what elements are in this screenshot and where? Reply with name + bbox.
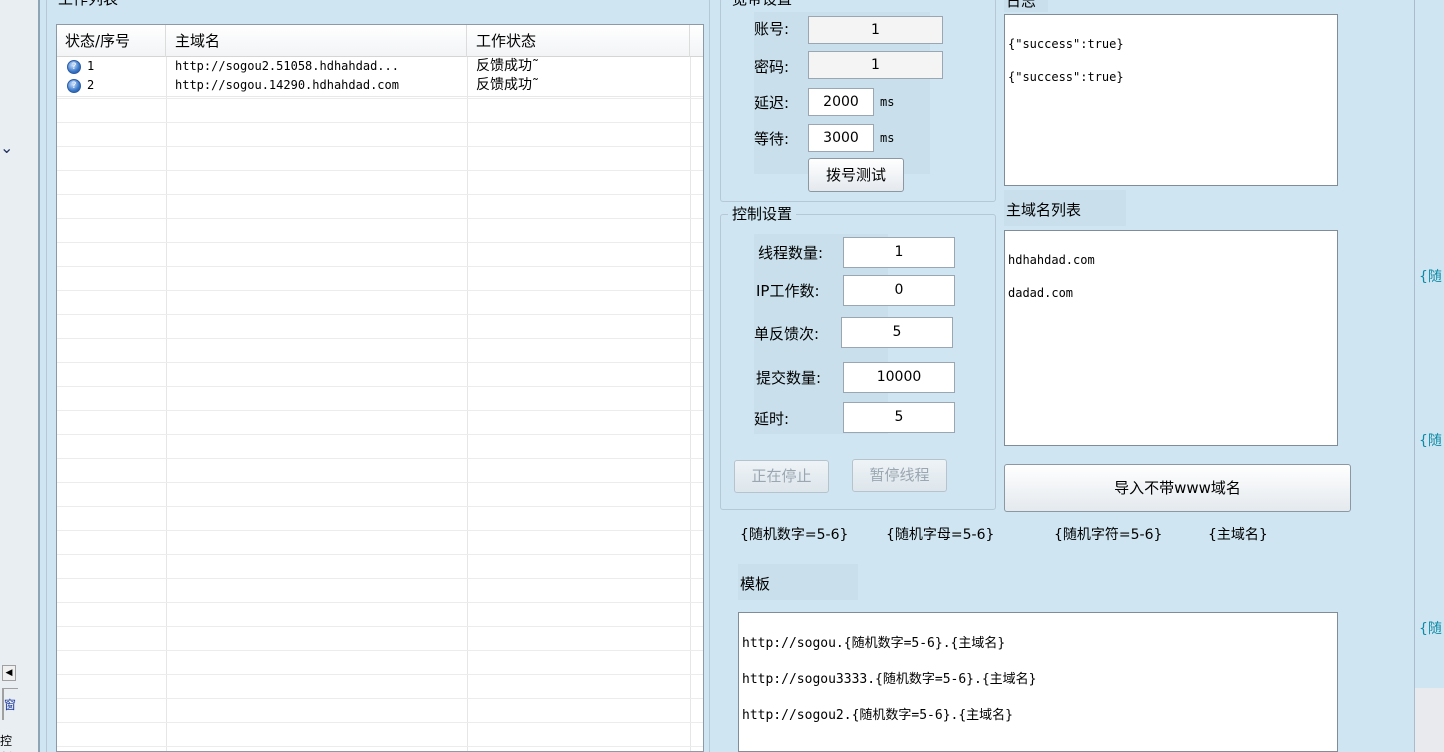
account-field[interactable]: 1 xyxy=(808,16,943,44)
work-list-title: 工作列表 xyxy=(54,0,123,9)
submit-count-field[interactable]: 10000 xyxy=(843,362,955,393)
row-separator xyxy=(57,746,703,747)
row-separator xyxy=(57,98,703,99)
log-title: 日志 xyxy=(1006,0,1037,10)
domain-line: hdhahdad.com xyxy=(1008,253,1095,267)
row-separator xyxy=(57,242,703,243)
template-title: 模板 xyxy=(740,575,771,593)
submit-count-label: 提交数量: xyxy=(756,369,822,387)
single-feedback-field[interactable]: 5 xyxy=(841,317,953,348)
chevron-icon: ⌄ xyxy=(0,138,14,157)
hint-random-letters: {随机字母=5-6} xyxy=(886,527,995,543)
delay-unit: ms xyxy=(880,95,895,109)
delay-label: 延迟: xyxy=(754,94,790,112)
row-separator xyxy=(57,314,703,315)
row-separator xyxy=(57,362,703,363)
table-header: 状态/序号 主域名 工作状态 xyxy=(57,25,703,57)
column-header-status-index[interactable]: 状态/序号 xyxy=(57,25,166,57)
hint-random-chars: {随机字符=5-6} xyxy=(1054,527,1163,543)
domain-list-title: 主域名列表 xyxy=(1006,201,1082,219)
log-line: {"success":true} xyxy=(1008,37,1124,51)
row-separator xyxy=(57,482,703,483)
work-list-table[interactable]: 状态/序号 主域名 工作状态 ? 1 http://sogou2.51058.hd… xyxy=(56,24,704,752)
pause-threads-button[interactable]: 暂停线程 xyxy=(852,459,947,492)
right-hint-3: {随 xyxy=(1419,621,1442,637)
row-separator xyxy=(57,506,703,507)
template-line: http://sogou.{随机数字=5-6}.{主域名} xyxy=(742,636,1006,651)
row-separator xyxy=(57,602,703,603)
log-textarea[interactable]: {"success":true} {"success":true} xyxy=(1004,14,1338,186)
row-separator xyxy=(57,434,703,435)
right-hint-2: {随 xyxy=(1419,433,1442,449)
delay-field[interactable]: 2000 xyxy=(808,88,874,116)
import-domains-button[interactable]: 导入不带www域名 xyxy=(1004,464,1351,512)
threads-label: 线程数量: xyxy=(758,244,824,262)
log-line: {"success":true} xyxy=(1008,70,1124,84)
row-separator xyxy=(57,122,703,123)
wait-field[interactable]: 3000 xyxy=(808,124,874,152)
column-header-work-status[interactable]: 工作状态 xyxy=(468,25,690,57)
ip-work-label: IP工作数: xyxy=(756,282,820,300)
domain-line: dadad.com xyxy=(1008,286,1074,300)
row-separator xyxy=(57,698,703,699)
row-separator xyxy=(57,410,703,411)
column-header-domain[interactable]: 主域名 xyxy=(167,25,467,57)
table-grid-lines xyxy=(57,57,703,751)
row-separator xyxy=(57,554,703,555)
row-separator xyxy=(57,578,703,579)
single-feedback-label: 单反馈次: xyxy=(754,325,820,343)
template-line: http://sogou3333.{随机数字=5-6}.{主域名} xyxy=(742,672,1037,687)
domain-list-textarea[interactable]: hdhahdad.com dadad.com xyxy=(1004,230,1338,446)
broadband-settings-title: 宽带设置 xyxy=(728,0,797,9)
dial-test-button[interactable]: 拨号测试 xyxy=(808,158,904,192)
row-separator xyxy=(57,290,703,291)
row-separator xyxy=(57,458,703,459)
left-tab-1[interactable]: 窗 xyxy=(2,688,18,720)
right-window-edge: {随 {随 {随 xyxy=(1414,0,1444,752)
row-separator xyxy=(57,650,703,651)
hint-random-digits: {随机数字=5-6} xyxy=(740,527,849,543)
template-textarea[interactable]: http://sogou.{随机数字=5-6}.{主域名} http://sog… xyxy=(738,612,1338,752)
row-separator xyxy=(57,626,703,627)
row-separator xyxy=(57,338,703,339)
ip-work-field[interactable]: 0 xyxy=(843,275,955,306)
control-delay-label: 延时: xyxy=(754,410,790,428)
row-separator xyxy=(57,674,703,675)
left-window-edge: ⌄ ◀ 窗 控制 xyxy=(0,0,40,752)
account-label: 账号: xyxy=(754,20,790,38)
left-tab-2[interactable]: 控制 xyxy=(0,732,20,752)
row-separator xyxy=(57,266,703,267)
wait-unit: ms xyxy=(880,131,895,145)
threads-field[interactable]: 1 xyxy=(843,237,955,268)
row-separator xyxy=(57,146,703,147)
row-separator xyxy=(57,530,703,531)
right-hint-1: {随 xyxy=(1419,269,1442,285)
password-label: 密码: xyxy=(754,58,790,76)
row-separator xyxy=(57,386,703,387)
wait-label: 等待: xyxy=(754,130,790,148)
stopping-button[interactable]: 正在停止 xyxy=(734,460,829,493)
password-field[interactable]: 1 xyxy=(808,51,943,79)
row-separator xyxy=(57,170,703,171)
hint-main-domain: {主域名} xyxy=(1208,527,1268,543)
scroll-left-button[interactable]: ◀ xyxy=(2,665,16,681)
row-separator xyxy=(57,218,703,219)
row-separator xyxy=(57,194,703,195)
control-delay-field[interactable]: 5 xyxy=(843,402,955,433)
template-line: http://sogou2.{随机数字=5-6}.{主域名} xyxy=(742,708,1014,723)
row-separator xyxy=(57,722,703,723)
control-settings-title: 控制设置 xyxy=(728,203,797,224)
